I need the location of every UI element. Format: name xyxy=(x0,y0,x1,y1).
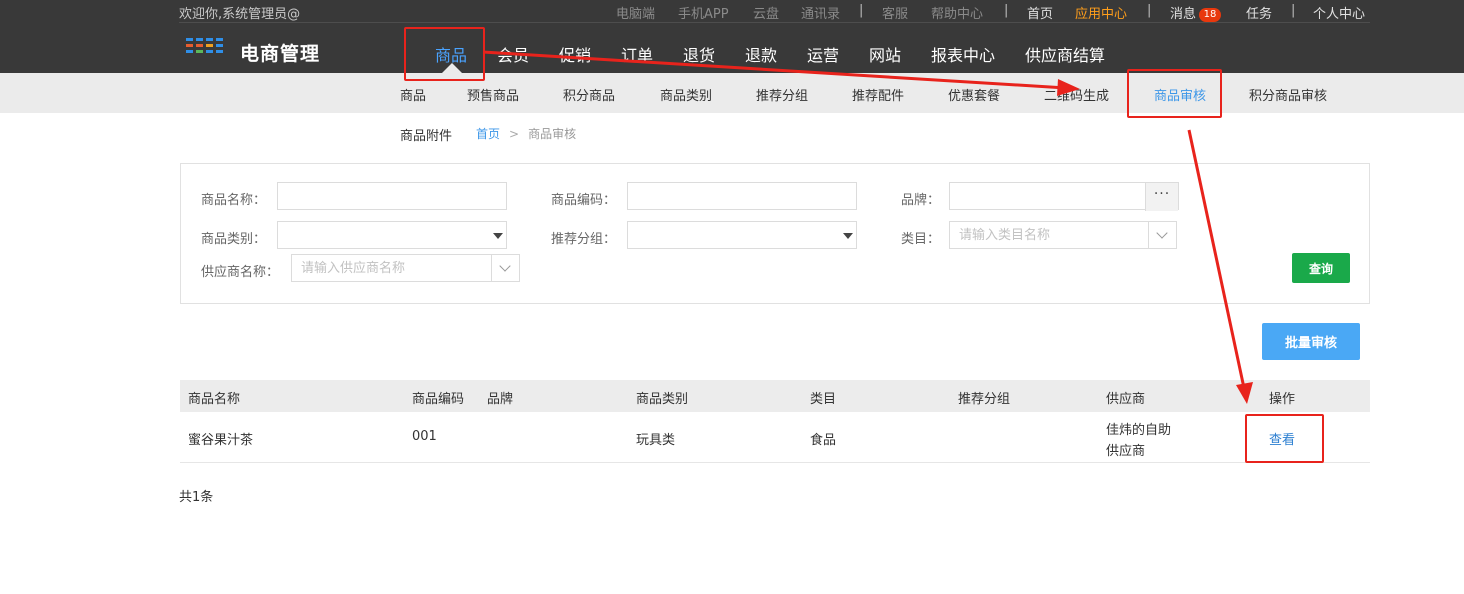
sub-nav: 商品 预售商品 积分商品 商品类别 推荐分组 推荐配件 优惠套餐 二维码生成 商… xyxy=(0,73,1464,113)
subnav-item-points-review[interactable]: 积分商品审核 xyxy=(1249,85,1327,104)
annotation-highlight-view-link xyxy=(1245,414,1324,463)
subnav-item-products[interactable]: 商品 xyxy=(400,85,426,104)
batch-review-button[interactable]: 批量审核 xyxy=(1262,323,1360,360)
category-select[interactable] xyxy=(277,221,507,249)
breadcrumb-separator: > xyxy=(509,127,520,141)
toplink-contacts[interactable]: 通讯录 xyxy=(801,3,840,22)
main-nav-item-reports[interactable]: 报表中心 xyxy=(931,42,995,66)
cell-supplier-line2: 供应商 xyxy=(1106,444,1146,459)
header-divider xyxy=(179,22,1370,23)
messages-count-badge: 18 xyxy=(1199,8,1222,22)
recommend-group-select[interactable] xyxy=(627,221,857,249)
toplink-messages[interactable]: 消息 18 xyxy=(1170,3,1222,22)
product-code-label: 商品编码： xyxy=(551,193,617,208)
column-header: 商品编码 xyxy=(412,392,465,407)
breadcrumb: 首页 > 商品审核 xyxy=(476,125,576,142)
main-nav-item-returns[interactable]: 退货 xyxy=(683,42,715,66)
top-links: 电脑端 手机APP 云盘 通讯录 | 客服 帮助中心 | 首页 应用中心 | 消… xyxy=(0,3,1464,22)
chevron-down-icon xyxy=(499,260,511,272)
cell-product-name: 蜜谷果汁茶 xyxy=(188,433,254,448)
main-nav-item-refunds[interactable]: 退款 xyxy=(745,42,777,66)
category-label: 商品类别： xyxy=(201,232,267,247)
toplink-app-center[interactable]: 应用中心 xyxy=(1075,3,1127,22)
cell-supplier-line1: 佳炜的自助 xyxy=(1106,423,1172,438)
total-count: 共1条 xyxy=(179,490,214,505)
breadcrumb-home-link[interactable]: 首页 xyxy=(476,127,500,141)
top-header: 欢迎你,系统管理员@ 电脑端 手机APP 云盘 通讯录 | 客服 帮助中心 | … xyxy=(0,0,1464,73)
column-header: 品牌 xyxy=(487,392,514,407)
toplink-home[interactable]: 首页 xyxy=(1027,3,1053,22)
toplink-separator: | xyxy=(1147,3,1152,18)
table-row: 蜜谷果汁茶 001 玩具类 食品 佳炜的自助 供应商 查看 xyxy=(180,412,1370,463)
caret-down-icon xyxy=(843,233,853,239)
toplink-separator: | xyxy=(1004,3,1009,18)
toplink-tasks[interactable]: 任务 xyxy=(1246,3,1272,22)
cell-product-code: 001 xyxy=(412,429,437,444)
column-header: 操作 xyxy=(1269,392,1296,407)
subnav-item-bundles[interactable]: 优惠套餐 xyxy=(948,85,1000,104)
subnav-item-points-products[interactable]: 积分商品 xyxy=(563,85,615,104)
recommend-group-label: 推荐分组： xyxy=(551,232,617,247)
section-title: 商品附件 xyxy=(400,129,453,144)
main-nav-item-operations[interactable]: 运营 xyxy=(807,42,839,66)
supplier-dropdown-button[interactable] xyxy=(491,254,520,282)
column-header: 商品类别 xyxy=(636,392,689,407)
product-name-input[interactable] xyxy=(277,182,507,210)
caret-down-icon xyxy=(493,233,503,239)
product-code-input[interactable] xyxy=(627,182,857,210)
cell-catalog: 食品 xyxy=(810,433,837,448)
query-button[interactable]: 查询 xyxy=(1292,253,1350,283)
catalog-dropdown-button[interactable] xyxy=(1148,221,1177,249)
main-nav-item-members[interactable]: 会员 xyxy=(497,42,529,66)
subnav-item-recommend-groups[interactable]: 推荐分组 xyxy=(756,85,808,104)
chevron-down-icon xyxy=(1156,227,1168,239)
toplink-pc[interactable]: 电脑端 xyxy=(616,3,655,22)
page: 欢迎你,系统管理员@ 电脑端 手机APP 云盘 通讯录 | 客服 帮助中心 | … xyxy=(0,0,1464,594)
messages-label: 消息 xyxy=(1170,7,1197,22)
toplink-separator: | xyxy=(1291,3,1296,18)
subnav-item-categories[interactable]: 商品类别 xyxy=(660,85,712,104)
column-header: 商品名称 xyxy=(188,392,241,407)
column-header: 推荐分组 xyxy=(958,392,1011,407)
main-nav: 商品 会员 促销 订单 退货 退款 运营 网站 报表中心 供应商结算 xyxy=(0,42,1464,66)
column-header: 供应商 xyxy=(1106,392,1146,407)
main-nav-item-promotions[interactable]: 促销 xyxy=(559,42,591,66)
cell-category: 玩具类 xyxy=(636,433,676,448)
supplier-name-label: 供应商名称： xyxy=(201,265,280,280)
supplier-name-input[interactable] xyxy=(291,254,492,282)
main-nav-item-orders[interactable]: 订单 xyxy=(621,42,653,66)
toplink-cloud-disk[interactable]: 云盘 xyxy=(753,3,779,22)
toplink-service[interactable]: 客服 xyxy=(882,3,908,22)
toplink-profile[interactable]: 个人中心 xyxy=(1313,3,1365,22)
subnav-item-recommend-accessories[interactable]: 推荐配件 xyxy=(852,85,904,104)
main-nav-item-website[interactable]: 网站 xyxy=(869,42,901,66)
column-header: 类目 xyxy=(810,392,837,407)
catalog-input[interactable] xyxy=(949,221,1149,249)
subnav-item-presale[interactable]: 预售商品 xyxy=(467,85,519,104)
annotation-highlight-products-nav xyxy=(404,27,485,81)
catalog-label: 类目： xyxy=(901,232,941,247)
brand-label: 品牌： xyxy=(901,193,941,208)
toplink-mobile-app[interactable]: 手机APP xyxy=(678,3,729,22)
brand-field[interactable]: ··· xyxy=(949,182,1179,211)
toplink-help-center[interactable]: 帮助中心 xyxy=(931,3,983,22)
filter-panel: 商品名称： 商品编码： 品牌： ··· 商品类别： 推荐分组： 类目： 供应商名… xyxy=(180,163,1370,304)
subnav-item-qrcode[interactable]: 二维码生成 xyxy=(1044,85,1109,104)
table-header: 商品名称 商品编码 品牌 商品类别 类目 推荐分组 供应商 操作 xyxy=(180,380,1370,412)
brand-picker-button[interactable]: ··· xyxy=(1145,183,1178,211)
product-name-label: 商品名称： xyxy=(201,193,267,208)
toplink-separator: | xyxy=(859,3,864,18)
breadcrumb-current: 商品审核 xyxy=(528,127,577,141)
main-nav-item-supplier-settlement[interactable]: 供应商结算 xyxy=(1025,42,1105,66)
annotation-highlight-product-review xyxy=(1127,69,1222,118)
